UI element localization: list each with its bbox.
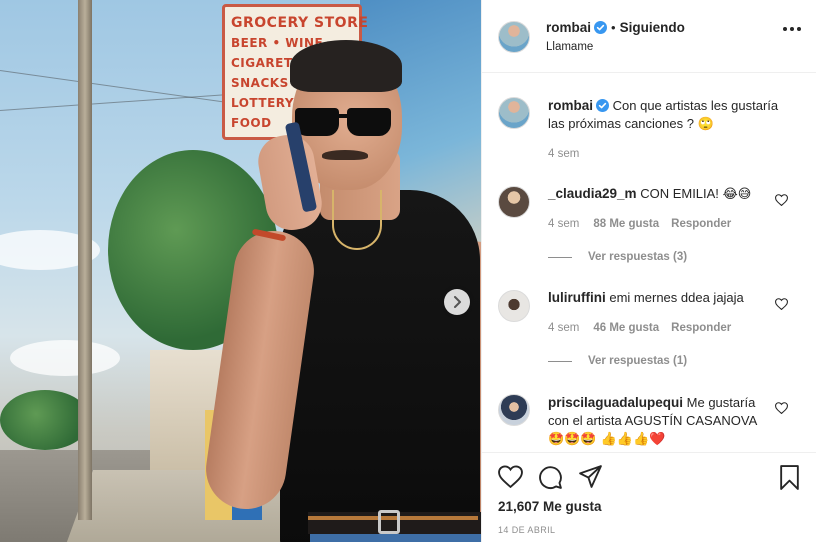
view-replies-label: Ver respuestas (3): [588, 251, 688, 263]
reply-button[interactable]: Responder: [671, 218, 731, 230]
power-line: [0, 70, 238, 105]
caption-author[interactable]: rombai: [548, 98, 593, 113]
timestamp[interactable]: 4 sem: [548, 218, 579, 230]
jeans: [310, 534, 481, 542]
post-side-panel: rombai • Siguiendo Llamame rombai Con qu…: [481, 0, 816, 542]
hair: [290, 40, 402, 92]
verified-badge-icon: [596, 99, 610, 112]
heart-icon[interactable]: [775, 194, 788, 206]
necklace: [332, 190, 382, 250]
tank-top: [280, 190, 480, 542]
power-line: [0, 93, 240, 111]
post-header: rombai • Siguiendo Llamame: [482, 0, 816, 73]
more-options-button[interactable]: [783, 27, 801, 31]
caption: rombai Con que artistas les gustaría las…: [548, 97, 798, 134]
verified-badge-icon: [594, 21, 608, 34]
view-replies-label: Ver respuestas (1): [588, 355, 688, 367]
comment: priscilaguadalupequi Me gustaría con el …: [548, 394, 768, 449]
comment-meta: 4 sem 88 Me gusta Responder: [548, 218, 731, 230]
post-date[interactable]: 14 DE ABRIL: [498, 525, 555, 535]
avatar[interactable]: [498, 97, 530, 129]
caption-emoji: 🙄: [697, 117, 714, 132]
more-options-icon: [783, 27, 787, 31]
avatar[interactable]: [498, 290, 530, 322]
reply-button[interactable]: Responder: [671, 322, 731, 334]
comment-emoji: 😂😅: [722, 187, 752, 202]
utility-pole: [78, 0, 92, 520]
tree: [0, 390, 90, 450]
comment-text: emi mernes ddea jajaja: [609, 290, 744, 305]
mustache: [322, 150, 368, 160]
comment-author[interactable]: priscilaguadalupequi: [548, 395, 683, 410]
post-photo[interactable]: GROCERY STORE BEER • WINE CIGARETTES SNA…: [0, 0, 481, 542]
post-actions: 21,607 Me gusta 14 DE ABRIL: [482, 452, 816, 542]
view-replies-button[interactable]: Ver respuestas (1): [548, 355, 687, 367]
avatar[interactable]: [498, 394, 530, 426]
comment-meta: 4 sem 46 Me gusta Responder: [548, 322, 731, 334]
comment-text: CON EMILIA!: [640, 186, 719, 201]
heart-icon[interactable]: [775, 298, 788, 310]
header-title: rombai • Siguiendo: [546, 20, 685, 35]
caption-time: 4 sem: [548, 148, 579, 160]
comment-emoji: 🤩🤩🤩 👍👍👍❤️: [548, 432, 666, 447]
comment: luliruffini emi mernes ddea jajaja: [548, 289, 778, 307]
comment-likes[interactable]: 88 Me gusta: [593, 218, 659, 230]
comment-author[interactable]: _claudia29_m: [548, 186, 637, 201]
view-replies-button[interactable]: Ver respuestas (3): [548, 251, 687, 263]
sign-line: GROCERY STORE: [231, 15, 369, 31]
share-icon[interactable]: [578, 465, 603, 488]
author-username[interactable]: rombai: [546, 20, 591, 35]
avatar[interactable]: [498, 186, 530, 218]
man-figure: [200, 40, 481, 542]
timestamp[interactable]: 4 sem: [548, 322, 579, 334]
comment-author[interactable]: luliruffini: [548, 290, 606, 305]
comment: _claudia29_m CON EMILIA! 😂😅: [548, 185, 778, 204]
likes-count[interactable]: 21,607 Me gusta: [498, 499, 602, 514]
timestamp[interactable]: 4 sem: [548, 148, 579, 160]
next-photo-button[interactable]: [444, 289, 470, 315]
avatar[interactable]: [498, 21, 530, 53]
post-location[interactable]: Llamame: [546, 41, 593, 53]
bookmark-icon[interactable]: [779, 465, 800, 490]
comment-likes[interactable]: 46 Me gusta: [593, 322, 659, 334]
comment-icon[interactable]: [538, 465, 563, 490]
chevron-right-icon: [454, 296, 461, 308]
heart-icon[interactable]: [775, 402, 788, 414]
sunglasses: [295, 108, 395, 138]
cloud: [10, 340, 120, 376]
separator-dot: •: [611, 20, 616, 35]
belt-buckle: [378, 510, 400, 534]
heart-icon[interactable]: [498, 465, 523, 488]
following-button[interactable]: Siguiendo: [620, 20, 685, 35]
